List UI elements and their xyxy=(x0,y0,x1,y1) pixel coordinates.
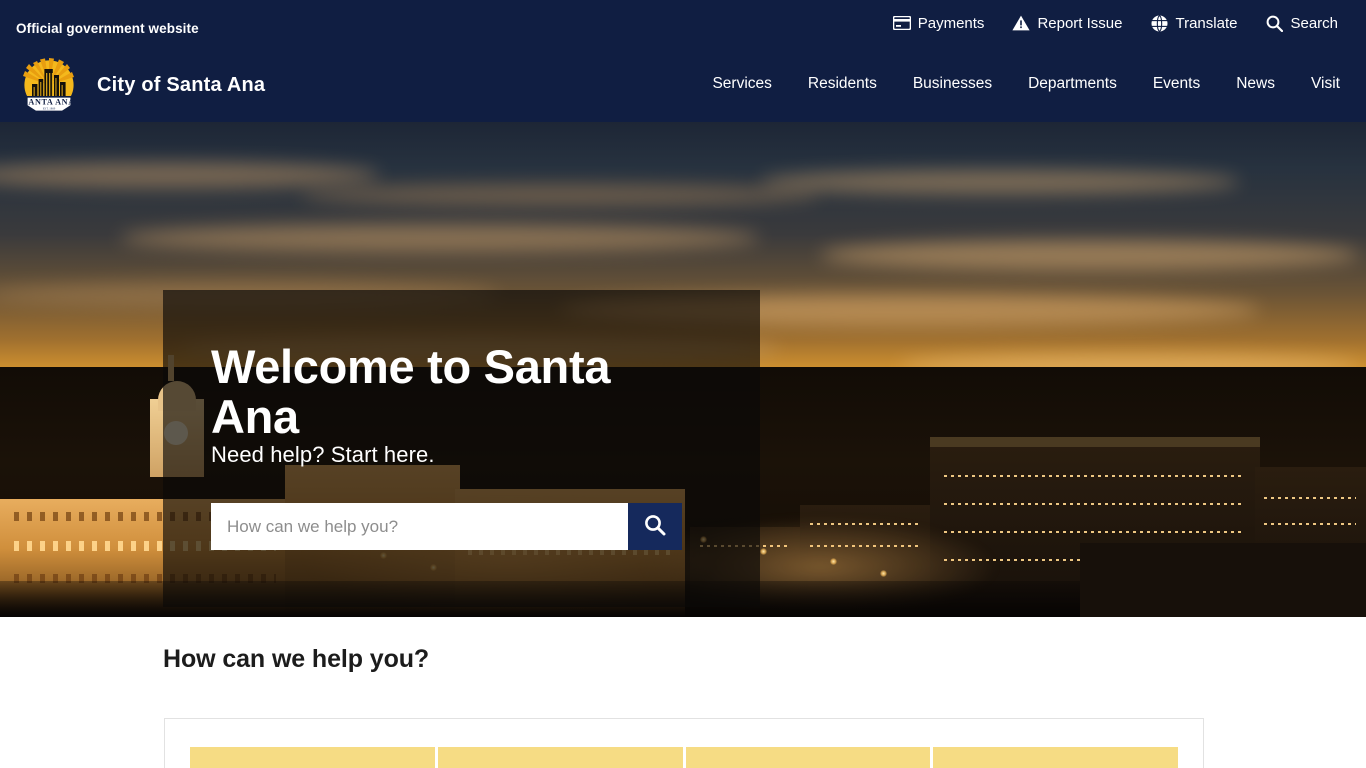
search-icon xyxy=(1265,14,1283,32)
help-tabs-card xyxy=(164,718,1204,768)
globe-icon xyxy=(1150,14,1168,32)
warning-triangle-icon xyxy=(1012,14,1031,32)
nav-item-services[interactable]: Services xyxy=(712,76,771,92)
help-tab-4[interactable] xyxy=(933,747,1178,768)
help-tab-1[interactable] xyxy=(190,747,435,768)
nav-item-residents[interactable]: Residents xyxy=(808,76,877,92)
credit-card-icon xyxy=(892,14,911,32)
page-title: How can we help you? xyxy=(163,645,430,673)
svg-text:SANTA ANA: SANTA ANA xyxy=(23,97,74,106)
search-submit-button[interactable] xyxy=(628,503,682,550)
help-tab-2[interactable] xyxy=(438,747,683,768)
brand-logo-link[interactable]: SANTA ANA EST. 1869 City of Santa Ana xyxy=(20,56,265,114)
hero-section: Welcome to Santa Ana Need help? Start he… xyxy=(0,122,1366,617)
utility-item-payments[interactable]: Payments xyxy=(892,14,985,32)
utility-item-label: Report Issue xyxy=(1037,14,1123,32)
utility-item-label: Translate xyxy=(1175,14,1238,32)
help-tabs-strip xyxy=(190,747,1178,768)
utility-item-label: Payments xyxy=(917,14,985,32)
utility-item-label: Search xyxy=(1290,14,1338,32)
svg-text:EST. 1869: EST. 1869 xyxy=(43,106,56,110)
nav-item-businesses[interactable]: Businesses xyxy=(913,76,992,92)
nav-item-visit[interactable]: Visit xyxy=(1311,76,1340,92)
search-icon xyxy=(643,513,667,540)
nav-item-events[interactable]: Events xyxy=(1153,76,1200,92)
nav-item-departments[interactable]: Departments xyxy=(1028,76,1117,92)
utility-item-search[interactable]: Search xyxy=(1265,14,1338,32)
utility-nav: Payments Report Issue Translate Search xyxy=(892,14,1338,32)
nav-item-news[interactable]: News xyxy=(1236,76,1275,92)
hero-title: Welcome to Santa Ana xyxy=(211,340,611,444)
help-tab-3[interactable] xyxy=(686,747,930,768)
hero-search-form xyxy=(211,503,682,550)
utility-item-translate[interactable]: Translate xyxy=(1150,14,1237,32)
site-header: Official government website Payments Rep… xyxy=(0,0,1366,122)
city-seal-icon: SANTA ANA EST. 1869 xyxy=(20,56,78,114)
main-content: How can we help you? xyxy=(0,617,1366,768)
hero-subtitle: Need help? Start here. xyxy=(211,442,435,467)
utility-item-report-issue[interactable]: Report Issue xyxy=(1012,14,1122,32)
main-nav: Services Residents Businesses Department… xyxy=(712,76,1340,92)
brand-title: City of Santa Ana xyxy=(97,73,266,96)
gov-banner: Official government website xyxy=(16,21,199,36)
search-input[interactable] xyxy=(211,503,628,550)
hero-overlay-panel: Welcome to Santa Ana Need help? Start he… xyxy=(163,290,760,607)
